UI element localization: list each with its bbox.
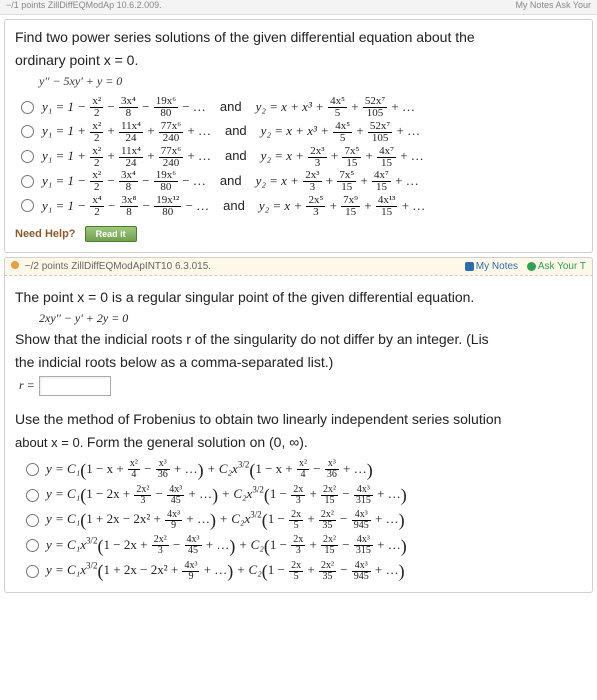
q2-expr-5: y = C₁x3/2(1 + 2x − 2x² + 4x³9 + …) + C₂… bbox=[46, 557, 405, 582]
q2-option-5[interactable]: y = C₁x3/2(1 + 2x − 2x² + 4x³9 + …) + C₂… bbox=[21, 557, 582, 582]
q2-expr-3: y = C₁(1 + 2x − 2x² + 4x³9 + …) + C₂x3/2… bbox=[46, 506, 405, 531]
top-strip: −/1 points ZillDiffEQModAp 10.6.2.009. M… bbox=[0, 0, 597, 15]
r-label: r = bbox=[19, 378, 35, 393]
read-it-button[interactable]: Read it bbox=[85, 226, 137, 242]
q1-equation: y'' − 5xy' + y = 0 bbox=[39, 74, 582, 89]
r-answer-input[interactable] bbox=[39, 376, 111, 396]
q2-radio-2[interactable] bbox=[26, 489, 39, 502]
q2-radio-4[interactable] bbox=[26, 539, 39, 552]
question-2-card: The point x = 0 is a regular singular po… bbox=[4, 276, 593, 593]
q2-header: −/2 points ZillDiffEQModApINT10 6.3.015.… bbox=[4, 257, 593, 276]
q1-option-5[interactable]: y₁ = 1 − x⁴2 − 3x⁸8 − 19x¹²80 − … and y₂ =… bbox=[21, 194, 582, 219]
q2-line4: Use the method of Frobenius to obtain tw… bbox=[15, 410, 582, 429]
q1-option-1[interactable]: y₁ = 1 − x²2 − 3x⁴8 − 19x⁶80 − … and y₂ = … bbox=[21, 95, 582, 120]
ask-link[interactable]: Ask Your bbox=[555, 0, 591, 10]
q1-radio-2[interactable] bbox=[21, 125, 34, 138]
need-help-row: Need Help? Read it bbox=[15, 226, 582, 242]
my-notes-icon bbox=[465, 262, 474, 271]
need-help-label: Need Help? bbox=[15, 228, 76, 240]
q1-option-3[interactable]: y₁ = 1 + x²2 + 11x⁴24 + 77x⁶240 + … and y₂… bbox=[21, 144, 582, 169]
q2-points-label: −/2 points ZillDiffEQModApINT10 6.3.015. bbox=[11, 261, 211, 272]
q2-radio-3[interactable] bbox=[26, 514, 39, 527]
q2-line1: The point x = 0 is a regular singular po… bbox=[15, 288, 582, 307]
q1-radio-1[interactable] bbox=[21, 101, 34, 114]
ask-your-link[interactable]: Ask Your T bbox=[538, 261, 586, 272]
my-notes-link[interactable]: My Notes bbox=[515, 0, 553, 10]
q2-line5: about x = 0. Form the general solution o… bbox=[15, 433, 582, 452]
q2-expr-4: y = C₁x3/2(1 − 2x + 2x²3 − 4x³45 + …) + … bbox=[46, 532, 407, 557]
q1-y1-4: y₁ = 1 − x²2 − 3x⁴8 − 19x⁶80 − … bbox=[42, 169, 206, 194]
q2-option-4[interactable]: y = C₁x3/2(1 − 2x + 2x²3 − 4x³45 + …) + … bbox=[21, 532, 582, 557]
my-notes-link-2[interactable]: My Notes bbox=[476, 261, 518, 272]
q1-radio-5[interactable] bbox=[21, 199, 34, 212]
q2-line3: the indicial roots below as a comma-sepa… bbox=[15, 353, 582, 372]
q1-y2-1: y₂ = x + x³ + 4x⁵5 + 52x⁷105 + … bbox=[256, 95, 415, 120]
q1-y1-2: y₁ = 1 + x²2 + 11x⁴24 + 77x⁶240 + … bbox=[42, 119, 211, 144]
q2-option-3[interactable]: y = C₁(1 + 2x − 2x² + 4x³9 + …) + C₂x3/2… bbox=[21, 506, 582, 531]
q1-radio-3[interactable] bbox=[21, 150, 34, 163]
q1-y2-3: y₂ = x + 2x³3 + 7x⁵15 + 4x⁷15 + … bbox=[261, 144, 424, 169]
q2-options: y = C₁(1 − x + x²4 − x³36 + …) + C₂x3/2(… bbox=[21, 456, 582, 583]
and-word: and bbox=[220, 95, 242, 120]
q2-line5b: Form the general solution on (0, ∞). bbox=[87, 434, 308, 450]
q2-line2: Show that the indicial roots r of the si… bbox=[15, 330, 582, 349]
q2-option-2[interactable]: y = C₁(1 − 2x + 2x²3 − 4x³45 + …) + C₂x3… bbox=[21, 481, 582, 506]
q2-radio-5[interactable] bbox=[26, 565, 39, 578]
q1-y2-4: y₂ = x + 2x³3 + 7x⁵15 + 4x⁷15 + … bbox=[256, 169, 419, 194]
q2-line5a: about x = 0. bbox=[15, 435, 87, 450]
q1-radio-4[interactable] bbox=[21, 175, 34, 188]
q1-option-4[interactable]: y₁ = 1 − x²2 − 3x⁴8 − 19x⁶80 − … and y₂ = … bbox=[21, 169, 582, 194]
q1-prompt-line2: ordinary point x = 0. bbox=[15, 51, 582, 70]
q1-y1-1: y₁ = 1 − x²2 − 3x⁴8 − 19x⁶80 − … bbox=[42, 95, 206, 120]
ask-icon bbox=[527, 262, 536, 271]
q2-option-1[interactable]: y = C₁(1 − x + x²4 − x³36 + …) + C₂x3/2(… bbox=[21, 456, 582, 481]
q2-links: My Notes Ask Your T bbox=[465, 261, 586, 272]
question-1-card: Find two power series solutions of the g… bbox=[4, 19, 593, 253]
and-word: and bbox=[223, 194, 245, 219]
r-equals-row: r = bbox=[19, 376, 111, 396]
q1-y1-5: y₁ = 1 − x⁴2 − 3x⁸8 − 19x¹²80 − … bbox=[42, 194, 209, 219]
q2-expr-2: y = C₁(1 − 2x + 2x²3 − 4x³45 + …) + C₂x3… bbox=[46, 481, 407, 506]
q1-option-2[interactable]: y₁ = 1 + x²2 + 11x⁴24 + 77x⁶240 + … and y₂… bbox=[21, 119, 582, 144]
and-word: and bbox=[225, 144, 247, 169]
and-word: and bbox=[225, 119, 247, 144]
points-label: −/1 points ZillDiffEQModAp 10.6.2.009. bbox=[6, 0, 162, 14]
and-word: and bbox=[220, 169, 242, 194]
q1-y2-5: y₂ = x + 2x⁵3 + 7x⁹15 + 4x¹³15 + … bbox=[259, 194, 425, 219]
q1-y2-2: y₂ = x + x³ + 4x⁵5 + 52x⁷105 + … bbox=[261, 119, 420, 144]
q2-equation: 2xy'' − y' + 2y = 0 bbox=[39, 311, 582, 326]
q2-radio-1[interactable] bbox=[26, 463, 39, 476]
q2-expr-1: y = C₁(1 − x + x²4 − x³36 + …) + C₂x3/2(… bbox=[46, 456, 373, 481]
q1-options: y₁ = 1 − x²2 − 3x⁴8 − 19x⁶80 − … and y₂ = … bbox=[21, 95, 582, 218]
q1-prompt-line1: Find two power series solutions of the g… bbox=[15, 28, 582, 47]
top-links: My Notes Ask Your bbox=[515, 0, 591, 14]
q1-y1-3: y₁ = 1 + x²2 + 11x⁴24 + 77x⁶240 + … bbox=[42, 144, 211, 169]
